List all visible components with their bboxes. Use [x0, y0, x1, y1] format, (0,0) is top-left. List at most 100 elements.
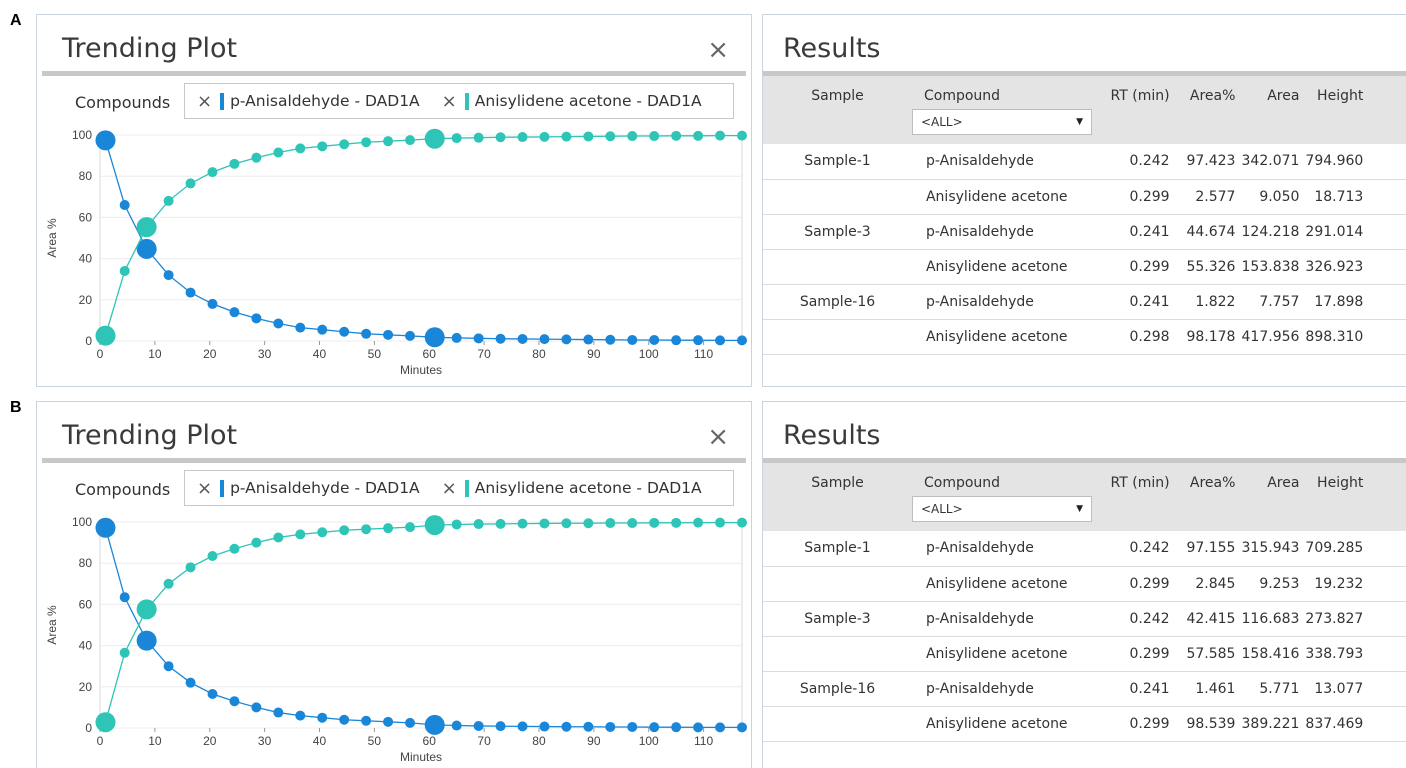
data-point[interactable]	[119, 647, 130, 658]
data-point[interactable]	[715, 130, 726, 141]
column-header-area[interactable]: Area	[1241, 76, 1305, 144]
data-point[interactable]	[273, 147, 284, 158]
remove-compound-icon[interactable]: ×	[197, 91, 212, 112]
data-point[interactable]	[185, 287, 196, 298]
data-point[interactable]	[737, 722, 747, 733]
column-header-area-pct[interactable]: Area%	[1176, 76, 1242, 144]
data-point[interactable]	[539, 334, 550, 345]
data-point[interactable]	[207, 689, 218, 700]
data-point[interactable]	[207, 550, 218, 561]
highlighted-point[interactable]	[136, 217, 157, 238]
highlighted-point[interactable]	[424, 327, 445, 348]
column-header-rt[interactable]: RT (min)	[1094, 463, 1176, 531]
data-point[interactable]	[715, 335, 726, 346]
data-point[interactable]	[473, 519, 484, 530]
data-point[interactable]	[671, 130, 682, 141]
data-point[interactable]	[693, 517, 704, 528]
data-point[interactable]	[185, 562, 196, 573]
data-point[interactable]	[383, 136, 394, 147]
compound-header-label[interactable]: Compound	[912, 88, 1094, 104]
data-point[interactable]	[185, 178, 196, 189]
data-point[interactable]	[517, 132, 528, 143]
data-point[interactable]	[495, 518, 506, 529]
data-point[interactable]	[627, 131, 638, 142]
data-point[interactable]	[119, 265, 130, 276]
data-point[interactable]	[583, 131, 594, 142]
data-point[interactable]	[273, 707, 284, 718]
table-row[interactable]: Anisylidene acetone 0.299 2.577 9.050 18.713	[763, 179, 1406, 215]
data-point[interactable]	[671, 517, 682, 528]
data-point[interactable]	[451, 720, 462, 731]
data-point[interactable]	[119, 200, 130, 211]
data-point[interactable]	[163, 661, 174, 672]
data-point[interactable]	[693, 722, 704, 733]
data-point[interactable]	[715, 517, 726, 528]
data-point[interactable]	[649, 517, 660, 528]
table-row[interactable]: Sample-1 p-Anisaldehyde 0.242 97.155 315.943…	[763, 531, 1406, 567]
data-point[interactable]	[295, 143, 306, 154]
table-row[interactable]: Sample-1 p-Anisaldehyde 0.242 97.423 342.071…	[763, 144, 1406, 180]
data-point[interactable]	[715, 722, 726, 733]
data-point[interactable]	[495, 132, 506, 143]
data-point[interactable]	[295, 322, 306, 333]
data-point[interactable]	[693, 130, 704, 141]
data-point[interactable]	[649, 131, 660, 142]
table-row[interactable]: Sample-16 p-Anisaldehyde 0.241 1.461 5.771 13…	[763, 671, 1406, 707]
data-point[interactable]	[163, 270, 174, 281]
data-point[interactable]	[517, 518, 528, 529]
data-point[interactable]	[163, 578, 174, 589]
data-point[interactable]	[207, 298, 218, 309]
data-point[interactable]	[251, 702, 262, 713]
data-point[interactable]	[317, 527, 328, 538]
data-point[interactable]	[339, 525, 350, 536]
data-point[interactable]	[405, 717, 416, 728]
data-point[interactable]	[229, 543, 240, 554]
data-point[interactable]	[605, 518, 616, 529]
data-point[interactable]	[383, 716, 394, 727]
data-point[interactable]	[207, 167, 218, 178]
column-header-height[interactable]: Height	[1305, 463, 1373, 531]
trending-chart[interactable]: 0 20 40 60 80 100 0 10 20 30 40 50 60 70 80 90 100 110 Min…	[42, 508, 747, 768]
data-point[interactable]	[737, 130, 747, 141]
data-point[interactable]	[561, 518, 572, 529]
data-point[interactable]	[605, 131, 616, 142]
data-point[interactable]	[693, 335, 704, 346]
table-row[interactable]: Sample-3 p-Anisaldehyde 0.242 42.415 116.683…	[763, 601, 1406, 637]
data-point[interactable]	[649, 722, 660, 733]
data-point[interactable]	[627, 721, 638, 732]
table-row[interactable]: Anisylidene acetone 0.299 2.845 9.253 19.232	[763, 566, 1406, 602]
data-point[interactable]	[517, 721, 528, 732]
data-point[interactable]	[405, 522, 416, 533]
highlighted-point[interactable]	[95, 325, 116, 346]
data-point[interactable]	[671, 722, 682, 733]
data-point[interactable]	[561, 334, 572, 345]
data-point[interactable]	[605, 721, 616, 732]
compounds-selector[interactable]: × p-Anisaldehyde - DAD1A × Anisylidene a…	[184, 83, 734, 119]
data-point[interactable]	[273, 318, 284, 329]
close-icon[interactable]: ×	[707, 422, 729, 452]
column-header-sample[interactable]: Sample	[763, 76, 912, 144]
data-point[interactable]	[495, 333, 506, 344]
data-point[interactable]	[473, 132, 484, 143]
data-point[interactable]	[539, 131, 550, 142]
highlighted-point[interactable]	[136, 599, 157, 620]
trending-chart[interactable]: 0 20 40 60 80 100 0 10 20 30 40 50 60 70 80 90 100 110 Min…	[42, 121, 747, 383]
table-row[interactable]: Sample-16 p-Anisaldehyde 0.241 1.822 7.757 17…	[763, 284, 1406, 320]
data-point[interactable]	[273, 532, 284, 543]
highlighted-point[interactable]	[424, 128, 445, 149]
column-header-area-pct[interactable]: Area%	[1176, 463, 1242, 531]
data-point[interactable]	[627, 518, 638, 529]
column-header-height[interactable]: Height	[1305, 76, 1373, 144]
data-point[interactable]	[583, 518, 594, 529]
highlighted-point[interactable]	[95, 712, 116, 733]
remove-compound-icon[interactable]: ×	[442, 91, 457, 112]
data-point[interactable]	[627, 334, 638, 345]
data-point[interactable]	[405, 135, 416, 146]
table-row[interactable]: Anisylidene acetone 0.299 98.539 389.221 837…	[763, 706, 1406, 742]
data-point[interactable]	[737, 517, 747, 528]
data-point[interactable]	[317, 324, 328, 335]
data-point[interactable]	[119, 592, 130, 603]
data-point[interactable]	[561, 721, 572, 732]
data-point[interactable]	[317, 712, 328, 723]
data-point[interactable]	[229, 158, 240, 169]
